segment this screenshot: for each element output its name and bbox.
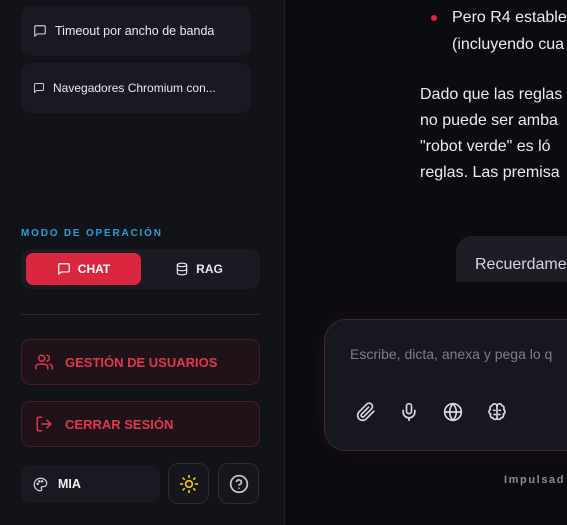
palette-icon: [33, 477, 48, 491]
mic-icon: [402, 402, 416, 422]
composer-input[interactable]: Escribe, dicta, anexa y pega lo q: [350, 346, 552, 362]
message-square-icon: [57, 263, 70, 275]
database-icon: [176, 262, 188, 276]
attach-button[interactable]: [352, 398, 380, 426]
bullet-marker: [431, 15, 437, 21]
globe-icon: [443, 402, 463, 422]
users-icon: [35, 354, 53, 370]
assistant-text: reglas. Las premisa: [420, 164, 560, 181]
log-out-icon: [36, 416, 52, 432]
conversation-title: Timeout por ancho de banda: [55, 24, 215, 38]
assistant-text: no puede ser amba: [420, 112, 558, 129]
mode-rag-button[interactable]: RAG: [143, 253, 255, 285]
user-management-label: GESTIÓN DE USUARIOS: [65, 354, 218, 370]
sidebar-divider: [21, 314, 260, 315]
conversation-item[interactable]: Navegadores Chromium con...: [21, 63, 251, 113]
sun-icon: [179, 474, 198, 493]
mode-rag-label: RAG: [196, 262, 223, 276]
powered-by-text: Impulsad: [504, 474, 566, 486]
chat-area: Pero R4 estable (incluyendo cua Dado que…: [286, 0, 567, 525]
reasoning-button[interactable]: [483, 398, 511, 426]
theme-name: MIA: [58, 477, 81, 491]
conversation-title: Navegadores Chromium con...: [53, 81, 216, 95]
user-message-bubble: Recuerdame: [456, 236, 567, 282]
message-square-icon: [34, 25, 46, 37]
assistant-text: Dado que las reglas: [420, 86, 563, 103]
mode-chat-button[interactable]: CHAT: [26, 253, 141, 285]
brain-icon: [488, 402, 506, 421]
paperclip-icon: [356, 402, 375, 422]
logout-button[interactable]: CERRAR SESIÓN: [21, 401, 260, 447]
theme-selector[interactable]: MIA: [21, 465, 160, 503]
help-circle-icon: [229, 474, 248, 493]
conversation-item[interactable]: Timeout por ancho de banda: [21, 6, 251, 56]
sidebar: Timeout por ancho de banda Navegadores C…: [0, 0, 285, 525]
mode-section-title: MODO DE OPERACIÓN: [21, 228, 163, 239]
mode-switcher: CHAT RAG: [21, 249, 260, 289]
message-composer[interactable]: Escribe, dicta, anexa y pega lo q: [324, 319, 567, 451]
user-message-text: Recuerdame: [475, 256, 567, 273]
assistant-text: (incluyendo cua: [452, 36, 565, 53]
web-search-button[interactable]: [439, 398, 467, 426]
logout-label: CERRAR SESIÓN: [65, 416, 174, 432]
message-square-icon: [34, 83, 44, 93]
light-mode-button[interactable]: [168, 463, 209, 504]
user-management-button[interactable]: GESTIÓN DE USUARIOS: [21, 339, 260, 385]
assistant-text: Pero R4 estable: [452, 9, 567, 26]
assistant-text: "robot verde" es ló: [420, 138, 551, 155]
dictate-button[interactable]: [395, 398, 423, 426]
mode-chat-label: CHAT: [77, 262, 111, 276]
help-button[interactable]: [218, 463, 259, 504]
